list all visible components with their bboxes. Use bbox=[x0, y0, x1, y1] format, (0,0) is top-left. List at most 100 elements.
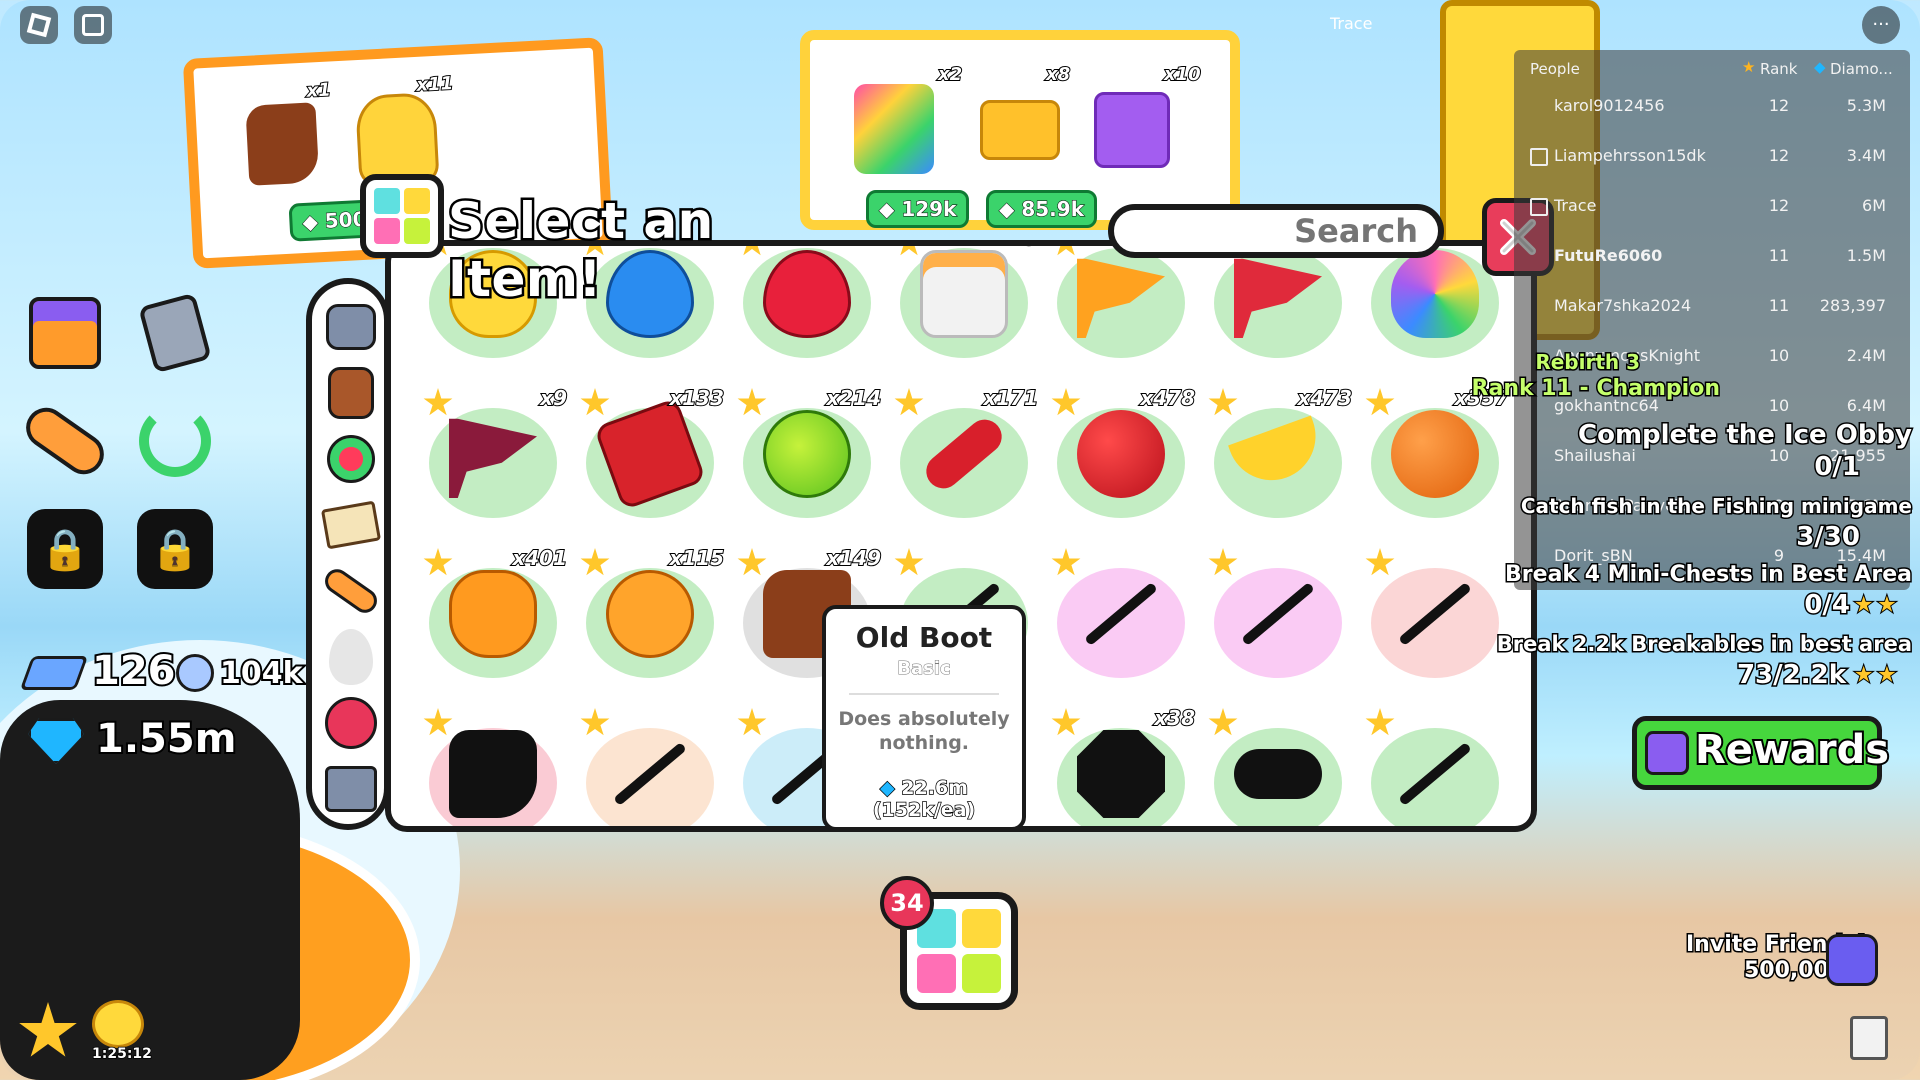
item-quantity: x401 bbox=[511, 545, 568, 571]
item-slot-dynamite[interactable]: x133 bbox=[570, 382, 730, 532]
gift-hud-button[interactable] bbox=[22, 290, 108, 376]
tab-boxes[interactable] bbox=[322, 760, 380, 818]
rewards-button[interactable]: Rewards bbox=[1632, 716, 1891, 790]
item-slot-orange[interactable]: x357 bbox=[1355, 382, 1515, 532]
diamond-icon: ◆ bbox=[301, 208, 326, 235]
item-slot-octagon-shadow[interactable]: x38 bbox=[1041, 702, 1201, 826]
locked-slot-1[interactable]: 🔒 bbox=[22, 506, 108, 592]
item-slot-maroon-flag[interactable]: x9 bbox=[413, 382, 573, 532]
mango-icon bbox=[600, 564, 700, 664]
roblox-logo-icon bbox=[26, 12, 52, 38]
item-quantity: x9 bbox=[539, 385, 568, 411]
stars-reward-icon: ★★ bbox=[1852, 590, 1900, 621]
tab-misc[interactable] bbox=[320, 562, 382, 620]
dialog-header: Select an Item! bbox=[360, 170, 880, 311]
leaderboard-row[interactable]: Makar7shka2024 11 283,397 bbox=[1514, 282, 1910, 332]
leaderboard-row[interactable]: karol9012456 12 5.3M bbox=[1514, 82, 1910, 132]
chat-icon bbox=[82, 14, 104, 36]
item-slot-red-flag[interactable] bbox=[1198, 246, 1358, 372]
item-slot-mango[interactable]: x115 bbox=[570, 542, 730, 692]
red-flag-icon bbox=[1228, 246, 1328, 344]
duck-boost-icon bbox=[92, 1000, 144, 1048]
tab-pets[interactable] bbox=[322, 298, 380, 356]
roblox-menu-button[interactable] bbox=[20, 6, 58, 44]
gems-count: 126 bbox=[90, 646, 177, 696]
item-slot-pineapple[interactable]: x401 bbox=[413, 542, 573, 692]
gift-icon bbox=[1645, 731, 1689, 775]
search-field[interactable] bbox=[1108, 204, 1444, 258]
leaderboard-row[interactable]: Liampehrsson15dk 12 3.4M bbox=[1514, 132, 1910, 182]
item-slot-shadow-item[interactable] bbox=[413, 702, 573, 826]
item-quantity: x478 bbox=[1139, 385, 1196, 411]
stars-reward-icon: ★★ bbox=[1852, 660, 1900, 691]
recycle-arrows-icon bbox=[139, 405, 211, 477]
scroll-icon[interactable] bbox=[1850, 1016, 1888, 1060]
quest-1-progress: 0/1 bbox=[1813, 451, 1862, 484]
bandage-hud-button[interactable] bbox=[18, 398, 112, 484]
item-slot-apple[interactable]: x478 bbox=[1041, 382, 1201, 532]
item-slot-fishing-rod[interactable] bbox=[1198, 542, 1358, 692]
category-sidebar bbox=[306, 278, 390, 830]
rank-star-icon: ★ bbox=[1742, 58, 1756, 76]
item-slot-tennis-ball[interactable]: x214 bbox=[727, 382, 887, 532]
chat-button[interactable] bbox=[74, 6, 112, 44]
more-menu-button[interactable]: ··· bbox=[1862, 6, 1900, 44]
item-slot-fishing-rod[interactable] bbox=[570, 702, 730, 826]
diamond-icon: ◆ bbox=[879, 776, 895, 800]
tooltip-item-name: Old Boot bbox=[855, 621, 993, 654]
booth-center-count-2: x8 bbox=[1045, 63, 1071, 86]
locked-slot-2[interactable]: 🔒 bbox=[132, 506, 218, 592]
inventory-grid-icon bbox=[360, 174, 444, 258]
coin-icon bbox=[176, 654, 214, 692]
item-slot-orange-flag[interactable] bbox=[1041, 246, 1201, 372]
item-slot-fishing-rod[interactable] bbox=[1041, 542, 1201, 692]
tab-items[interactable] bbox=[322, 364, 380, 422]
player-rank: 11 bbox=[1768, 296, 1790, 315]
rainbow-pinata-icon bbox=[854, 84, 934, 174]
banana-icon bbox=[1228, 404, 1328, 504]
leaderboard-row[interactable]: FutuRe6060 11 1.5M bbox=[1514, 232, 1910, 282]
tab-charms[interactable] bbox=[322, 694, 380, 752]
tab-eggs[interactable] bbox=[322, 628, 380, 686]
premium-icon bbox=[1530, 198, 1548, 216]
player-rank: 12 bbox=[1768, 96, 1790, 115]
remote-hud-button[interactable] bbox=[132, 290, 218, 376]
shadow-item-icon bbox=[443, 724, 543, 824]
invite-gift-icon[interactable] bbox=[1826, 934, 1878, 986]
item-slot-fishing-rod[interactable] bbox=[1355, 542, 1515, 692]
player-diamonds: 2.4M bbox=[1846, 346, 1886, 365]
item-tooltip: Old Boot Basic Does absolutely nothing. … bbox=[822, 605, 1026, 831]
booth-left-count-1: x1 bbox=[305, 78, 332, 102]
header-people: People bbox=[1530, 60, 1580, 78]
item-slot-jar[interactable]: x73 bbox=[884, 246, 1044, 372]
item-slot-goggles-shadow[interactable] bbox=[1198, 702, 1358, 826]
orange-icon bbox=[1385, 404, 1485, 504]
item-quantity: x115 bbox=[668, 545, 725, 571]
fishing-rod-icon bbox=[1228, 564, 1328, 664]
tab-potions[interactable] bbox=[322, 430, 380, 488]
boot-icon bbox=[245, 102, 320, 186]
quest-2-title: Catch fish in the Fishing minigame bbox=[1519, 493, 1913, 520]
search-input[interactable] bbox=[1114, 210, 1438, 252]
tooltip-price: ◆ 22.6m (152k/ea) bbox=[872, 776, 976, 822]
item-slot-fishing-rod[interactable] bbox=[1355, 702, 1515, 826]
player-diamonds: 3.4M bbox=[1846, 146, 1886, 165]
booth-center-count-1: x2 bbox=[937, 63, 963, 86]
gift-box-icon bbox=[1094, 92, 1170, 168]
tab-enchants[interactable] bbox=[320, 496, 382, 554]
player-rank: 10 bbox=[1768, 396, 1790, 415]
item-slot-banana[interactable]: x473 bbox=[1198, 382, 1358, 532]
item-slot-bone[interactable]: x171 bbox=[884, 382, 1044, 532]
gem-charm-icon bbox=[325, 697, 377, 749]
player-rank: 10 bbox=[1768, 346, 1790, 365]
player-name: FutuRe6060 bbox=[1554, 246, 1663, 265]
premium-icon bbox=[1530, 148, 1548, 166]
player-name: karol9012456 bbox=[1554, 96, 1665, 115]
trade-hud-button[interactable] bbox=[132, 398, 218, 484]
remote-icon bbox=[138, 292, 212, 374]
player-diamonds: 283,397 bbox=[1819, 296, 1886, 315]
item-quantity: x38 bbox=[1153, 705, 1196, 731]
pineapple-icon bbox=[443, 564, 543, 664]
apple-icon bbox=[1071, 404, 1171, 504]
leaderboard-row[interactable]: Trace 12 6M bbox=[1514, 182, 1910, 232]
